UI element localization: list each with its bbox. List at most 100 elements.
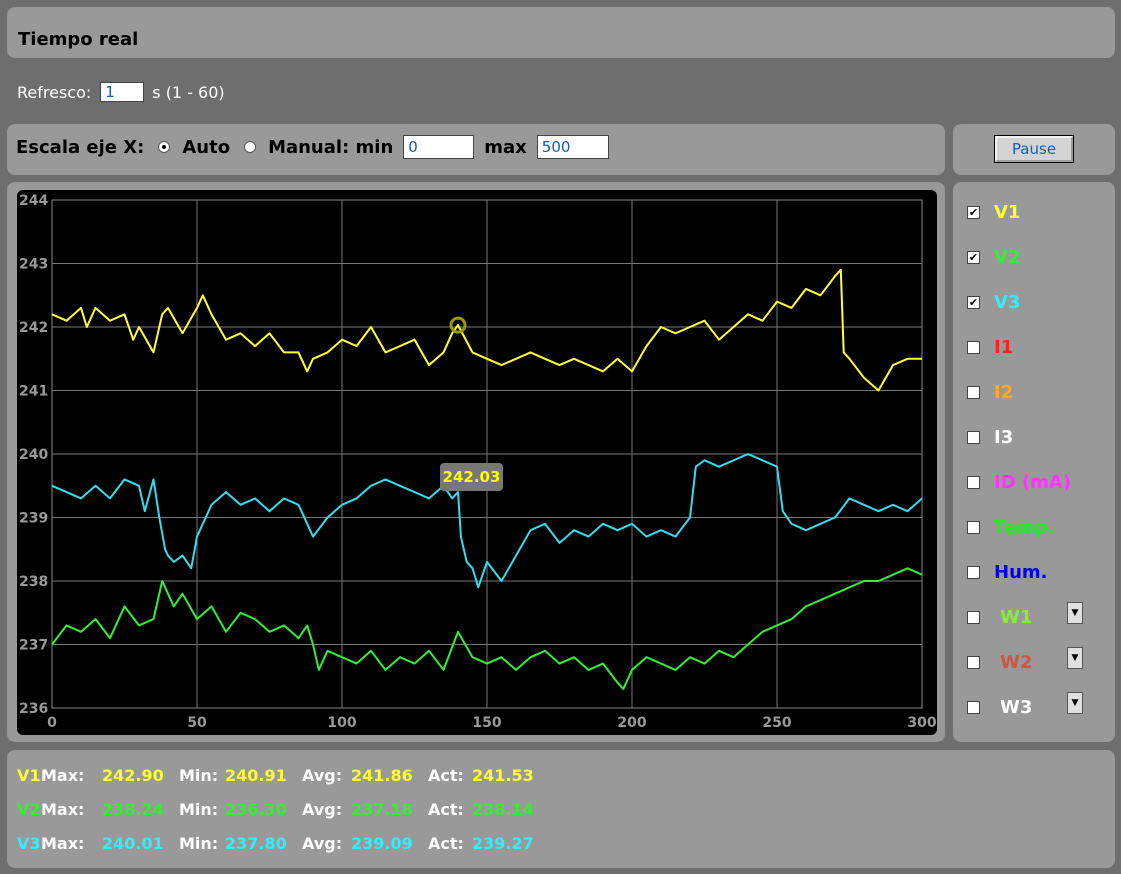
series-toggle-hum[interactable]: Hum. xyxy=(967,562,1047,583)
series-checkbox[interactable] xyxy=(967,431,980,444)
stat-min-value: 237.80 xyxy=(225,834,287,853)
series-toggle-w2[interactable]: W2 xyxy=(967,652,1032,673)
max-input[interactable] xyxy=(536,135,609,159)
y-tick-label: 240 xyxy=(19,447,48,463)
refresh-input[interactable] xyxy=(100,82,145,102)
stat-max-value: 238.24 xyxy=(102,800,164,819)
x-tick-label: 100 xyxy=(327,715,356,731)
stat-act-value: 238.14 xyxy=(472,800,534,819)
series-toggle-temp[interactable]: Temp. xyxy=(967,517,1055,538)
chart-panel: 0 50 100 150 200 250 300 244 243 242 241 240 239 238 2… xyxy=(7,182,945,742)
series-label: W2 xyxy=(1000,652,1033,673)
scale-label: Escala eje X: xyxy=(16,136,145,158)
x-tick-label: 250 xyxy=(762,715,791,731)
stat-avg-value: 239.09 xyxy=(351,834,413,853)
auto-label[interactable]: Auto xyxy=(182,137,230,158)
series-checkbox[interactable] xyxy=(967,386,980,399)
chart-tooltip: 242.03 xyxy=(440,463,503,491)
stat-avg-value: 241.86 xyxy=(351,766,413,785)
y-tick-label: 244 xyxy=(19,193,48,209)
series-checkbox[interactable]: ✔ xyxy=(967,251,980,264)
min-input[interactable] xyxy=(403,135,475,159)
stat-act-label: Act: xyxy=(428,766,464,785)
pause-button[interactable]: Pause xyxy=(994,135,1074,163)
chevron-down-icon[interactable]: ▼ xyxy=(1067,602,1083,624)
series-toggle-i3[interactable]: I3 xyxy=(967,427,1013,448)
series-label: Hum. xyxy=(994,562,1048,583)
series-toggle-w1[interactable]: W1 xyxy=(967,607,1032,628)
stat-avg-label: Avg: xyxy=(302,834,343,853)
stat-max-value: 240.01 xyxy=(102,834,164,853)
stat-act-label: Act: xyxy=(428,834,464,853)
y-tick-label: 241 xyxy=(19,384,48,400)
x-tick-label: 300 xyxy=(907,715,936,731)
refresh-label: Refresco: xyxy=(17,82,92,102)
series-checkbox[interactable] xyxy=(967,701,980,714)
pause-panel: Pause xyxy=(953,124,1115,175)
x-tick-label: 50 xyxy=(187,715,207,731)
stats-panel: V1: Max: 242.90 Min: 240.91 Avg: 241.86 Act: 241… xyxy=(7,750,1115,868)
series-toggle-w3[interactable]: W3 xyxy=(967,697,1032,718)
x-tick-label: 200 xyxy=(617,715,646,731)
x-tick-label: 150 xyxy=(472,715,501,731)
series-toggle-v3[interactable]: ✔ V3 xyxy=(967,292,1020,313)
series-label: V1 xyxy=(994,202,1021,223)
stat-act-value: 239.27 xyxy=(472,834,534,853)
chevron-down-icon[interactable]: ▼ xyxy=(1067,692,1083,714)
series-label: V3 xyxy=(994,292,1021,313)
stat-act-value: 241.53 xyxy=(472,766,534,785)
max-label: max xyxy=(484,136,527,158)
series-label: I1 xyxy=(994,337,1014,358)
scale-panel: Escala eje X: Auto Manual: min max xyxy=(7,124,945,175)
stat-max-value: 242.90 xyxy=(102,766,164,785)
series-checkbox[interactable] xyxy=(967,521,980,534)
stat-avg-value: 237.18 xyxy=(351,800,413,819)
series-toggle-idma[interactable]: ID (mA) xyxy=(967,472,1071,493)
series-toggle-i1[interactable]: I1 xyxy=(967,337,1013,358)
y-tick-label: 242 xyxy=(19,320,48,336)
series-label: Temp. xyxy=(994,517,1055,538)
stat-min-value: 236.30 xyxy=(225,800,287,819)
y-tick-label: 238 xyxy=(19,574,48,590)
refresh-row: Refresco: s (1 - 60) xyxy=(17,80,225,104)
stat-min-label: Min: xyxy=(179,834,219,853)
stat-avg-label: Avg: xyxy=(302,766,343,785)
stat-min-label: Min: xyxy=(179,766,219,785)
series-toggle-v2[interactable]: ✔ V2 xyxy=(967,247,1020,268)
voltage-chart: 0 50 100 150 200 250 300 244 243 242 241 240 239 238 2… xyxy=(19,193,937,731)
series-checkbox[interactable]: ✔ xyxy=(967,296,980,309)
stat-min-value: 240.91 xyxy=(225,766,287,785)
stat-max-label: Max: xyxy=(41,800,85,819)
stat-avg-label: Avg: xyxy=(302,800,343,819)
series-label: V2 xyxy=(994,247,1021,268)
series-checkbox[interactable]: ✔ xyxy=(967,206,980,219)
auto-radio[interactable] xyxy=(158,141,171,153)
y-tick-label: 239 xyxy=(19,511,48,527)
title-bar: Tiempo real xyxy=(7,7,1115,58)
series-checkbox[interactable] xyxy=(967,341,980,354)
y-tick-label: 236 xyxy=(19,701,48,717)
series-checkbox[interactable] xyxy=(967,476,980,489)
stat-max-label: Max: xyxy=(41,766,85,785)
page-title: Tiempo real xyxy=(18,29,139,50)
series-label: I3 xyxy=(994,427,1014,448)
x-tick-label: 0 xyxy=(47,715,57,731)
series-toggle-i2[interactable]: I2 xyxy=(967,382,1013,403)
series-panel: ✔ V1 ✔ V2 ✔ V3 I1 I2 I3 ID (mA) Temp. Hum. W1 ▼ W2 ▼ W3 ▼ xyxy=(953,182,1115,742)
stat-min-label: Min: xyxy=(179,800,219,819)
y-tick-label: 243 xyxy=(19,257,48,273)
series-label: W1 xyxy=(1000,607,1033,628)
chevron-down-icon[interactable]: ▼ xyxy=(1067,647,1083,669)
y-tick-label: 237 xyxy=(19,638,48,654)
manual-radio[interactable] xyxy=(244,141,257,153)
series-label: I2 xyxy=(994,382,1014,403)
refresh-unit: s (1 - 60) xyxy=(152,82,225,102)
series-checkbox[interactable] xyxy=(967,611,980,624)
stat-act-label: Act: xyxy=(428,800,464,819)
series-label: ID (mA) xyxy=(994,472,1072,493)
series-label: W3 xyxy=(1000,697,1033,718)
manual-label[interactable]: Manual: min xyxy=(268,137,393,158)
series-checkbox[interactable] xyxy=(967,656,980,669)
series-checkbox[interactable] xyxy=(967,566,980,579)
series-toggle-v1[interactable]: ✔ V1 xyxy=(967,202,1020,223)
